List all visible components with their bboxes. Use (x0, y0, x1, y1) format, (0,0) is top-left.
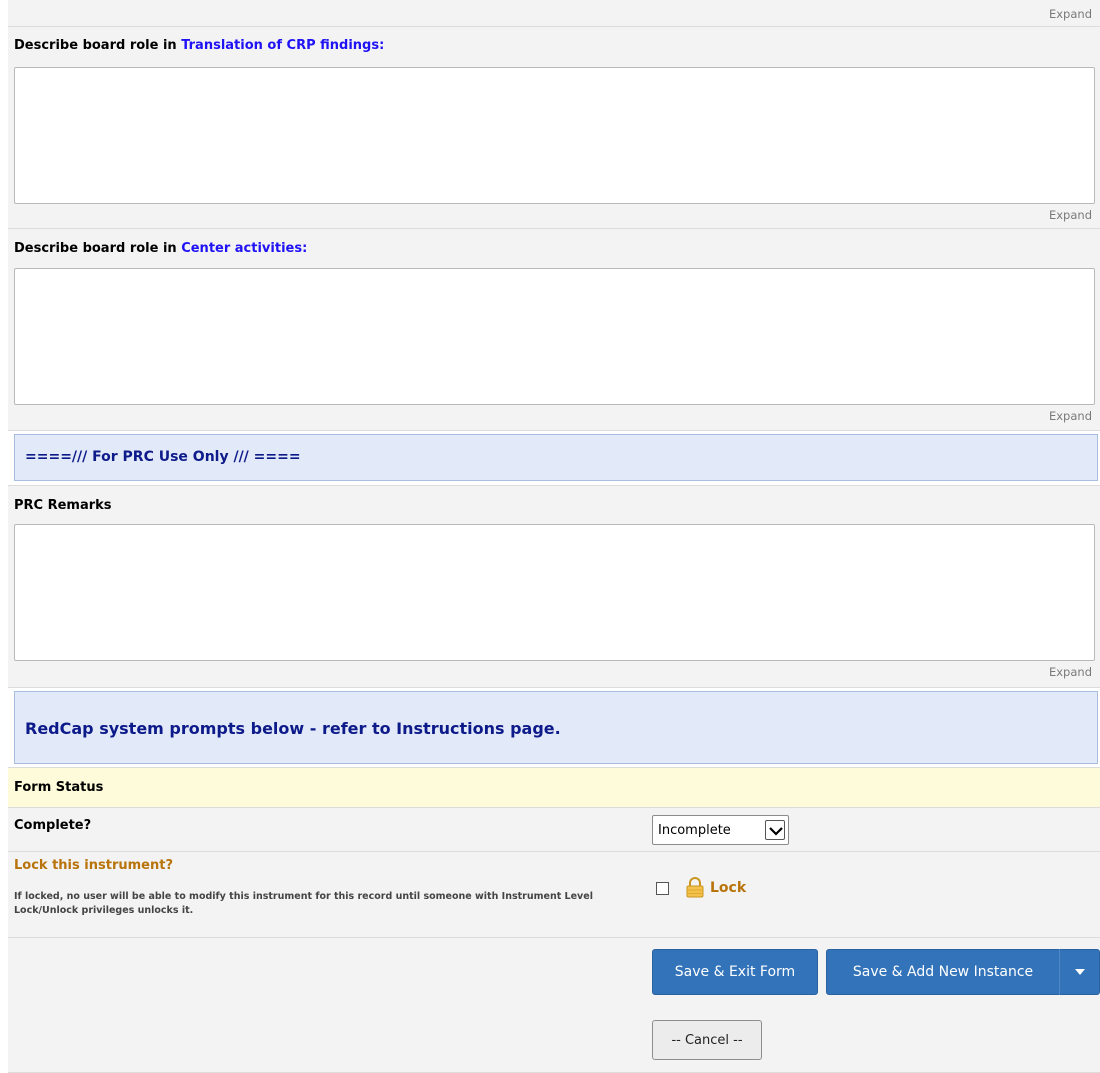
complete-status-select[interactable]: Incomplete (652, 815, 789, 845)
chevron-down-icon[interactable] (765, 820, 785, 840)
form-status-row: Form Status (8, 768, 1100, 808)
prc-section-row: ====/// For PRC Use Only /// ==== (8, 431, 1100, 486)
form-buttons-row: Save & Exit Form Save & Add New Instance… (8, 938, 1100, 1073)
form-status-header: Form Status (14, 780, 104, 795)
lock-icon (684, 876, 706, 902)
prc-remarks-textarea[interactable] (14, 524, 1095, 661)
caret-down-icon[interactable] (1060, 969, 1099, 975)
field-translation-role: Describe board role in Translation of CR… (8, 27, 1100, 229)
save-add-instance-label[interactable]: Save & Add New Instance (827, 964, 1059, 980)
expand-link[interactable]: Expand (1049, 665, 1092, 679)
complete-row: Complete? Incomplete (8, 808, 1100, 852)
select-value: Incomplete (658, 822, 731, 838)
previous-field-tail: Expand (8, 0, 1100, 27)
save-add-instance-button[interactable]: Save & Add New Instance (826, 949, 1100, 995)
lock-row: Lock this instrument? If locked, no user… (8, 852, 1100, 938)
lock-checkbox-label[interactable]: Lock (710, 880, 746, 896)
expand-link[interactable]: Expand (1049, 409, 1092, 423)
lock-checkbox[interactable] (656, 882, 669, 895)
lock-label: Lock this instrument? (14, 858, 173, 873)
field-label-highlight: Translation of CRP findings: (181, 38, 385, 53)
field-center-role: Describe board role in Center activities… (8, 229, 1100, 431)
field-label: Describe board role in Center activities… (14, 241, 308, 256)
save-exit-button[interactable]: Save & Exit Form (652, 949, 818, 995)
section-header: ====/// For PRC Use Only /// ==== (14, 434, 1098, 481)
lock-note: If locked, no user will be able to modif… (14, 891, 593, 916)
system-prompts-row: RedCap system prompts below - refer to I… (8, 688, 1100, 768)
field-label: PRC Remarks (14, 498, 112, 513)
section-header: RedCap system prompts below - refer to I… (14, 691, 1098, 764)
field-label: Describe board role in Translation of CR… (14, 38, 385, 53)
expand-link[interactable]: Expand (1049, 7, 1092, 21)
center-role-textarea[interactable] (14, 268, 1095, 405)
instrument-form: Expand Describe board role in Translatio… (8, 0, 1100, 1073)
complete-label: Complete? (14, 818, 92, 833)
field-prc-remarks: PRC Remarks Expand (8, 486, 1100, 688)
translation-role-textarea[interactable] (14, 67, 1095, 204)
expand-link[interactable]: Expand (1049, 208, 1092, 222)
field-label-highlight: Center activities: (181, 241, 308, 256)
cancel-button[interactable]: -- Cancel -- (652, 1020, 762, 1060)
